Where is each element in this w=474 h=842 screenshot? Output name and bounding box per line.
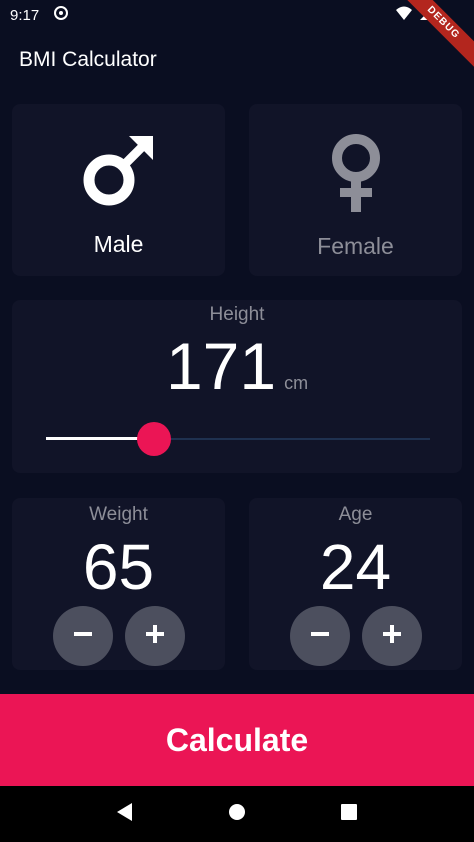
weight-label: Weight xyxy=(89,504,148,525)
female-card[interactable]: Female xyxy=(249,104,462,276)
wifi-icon xyxy=(396,6,412,24)
height-value: 171 xyxy=(165,329,277,403)
female-icon xyxy=(326,104,386,219)
height-unit: cm xyxy=(284,373,309,393)
notification-icon xyxy=(53,5,69,25)
age-increment-button[interactable] xyxy=(361,606,422,666)
age-card: Age 24 xyxy=(249,498,462,670)
back-icon[interactable] xyxy=(116,802,134,827)
home-icon[interactable] xyxy=(227,802,247,827)
male-icon xyxy=(79,104,159,217)
app-bar: BMI Calculator xyxy=(0,30,474,90)
female-label: Female xyxy=(317,233,394,259)
plus-icon xyxy=(381,623,403,650)
system-nav-bar xyxy=(0,786,474,842)
calculate-label: Calculate xyxy=(165,721,309,758)
height-slider[interactable] xyxy=(46,422,430,456)
age-value: 24 xyxy=(319,531,392,603)
height-card: Height 171 cm xyxy=(12,300,462,473)
status-time: 9:17 xyxy=(10,6,40,24)
weight-value: 65 xyxy=(82,531,155,603)
status-bar: 9:17 DEBUG xyxy=(0,0,474,76)
weight-card: Weight 65 xyxy=(12,498,225,670)
height-label: Height xyxy=(209,304,265,325)
age-decrement-button[interactable] xyxy=(289,606,350,666)
male-label: Male xyxy=(93,231,144,257)
plus-icon xyxy=(144,623,166,650)
calculate-button[interactable]: Calculate xyxy=(0,694,474,786)
weight-decrement-button[interactable] xyxy=(52,606,113,666)
page-title: BMI Calculator xyxy=(19,48,157,71)
male-card[interactable]: Male xyxy=(12,104,225,276)
slider-thumb[interactable] xyxy=(137,422,171,456)
weight-increment-button[interactable] xyxy=(124,606,185,666)
minus-icon xyxy=(72,623,94,650)
age-label: Age xyxy=(338,504,373,525)
recents-icon[interactable] xyxy=(340,803,358,826)
minus-icon xyxy=(309,623,331,650)
